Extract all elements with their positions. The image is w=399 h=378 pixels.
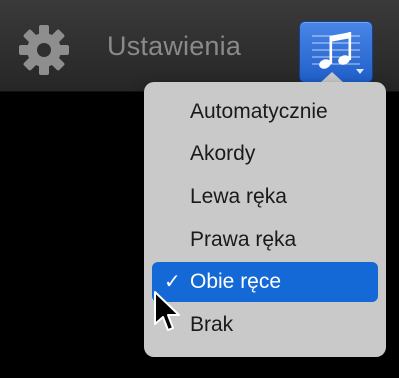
menu-item-obie-rece[interactable]: ✓ Obie ręce [152,262,378,302]
menu-item-lewa-reka[interactable]: Lewa ręka [152,177,378,217]
menu-item-brak[interactable]: Brak [152,305,378,345]
menu-item-label: Akordy [190,142,256,165]
menu-item-akordy[interactable]: Akordy [152,134,378,174]
menu-item-label: Brak [190,313,234,336]
toolbar-title: Ustawienia [107,31,242,61]
gear-icon[interactable] [16,22,72,78]
menu-item-label: Prawa ręka [190,228,297,251]
chevron-down-icon [356,69,364,74]
menu-item-automatycznie[interactable]: Automatycznie [152,92,378,132]
menu-item-prawa-reka[interactable]: Prawa ręka [152,220,378,260]
menu-item-label: Obie ręce [190,270,282,293]
mouse-pointer-icon [154,291,180,331]
menu-item-label: Lewa ręka [190,185,287,208]
menu-item-label: Automatycznie [190,100,328,123]
